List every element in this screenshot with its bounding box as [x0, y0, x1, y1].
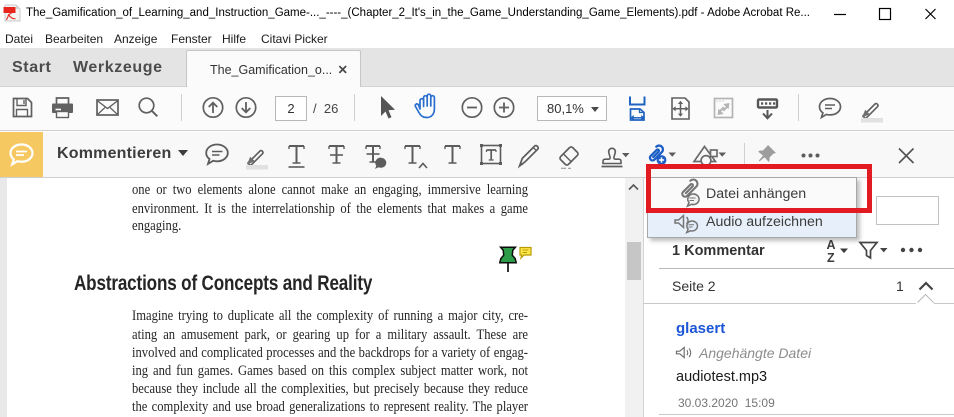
svg-text:Z: Z: [827, 251, 835, 265]
svg-text:A: A: [827, 238, 836, 252]
